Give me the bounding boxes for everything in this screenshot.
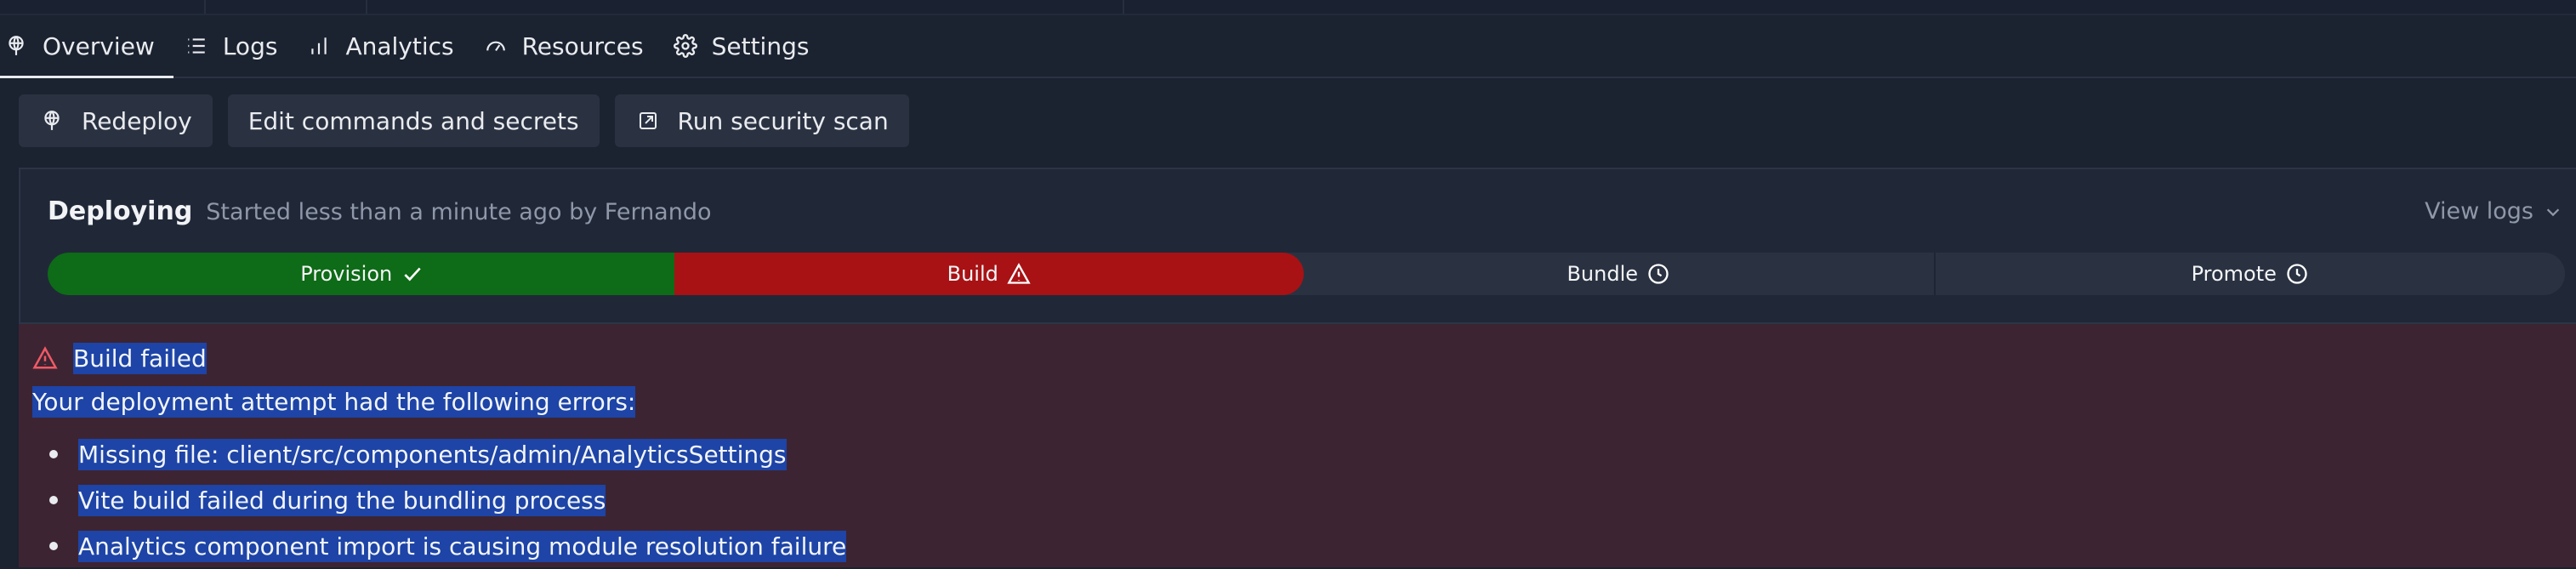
deployment-panel: Deploying Started less than a minute ago… [19,168,2576,324]
stage-label: Provision [300,262,393,286]
divider [1123,0,1124,14]
stage-build[interactable]: Build [674,253,1304,295]
deployment-header: Deploying Started less than a minute ago… [48,196,712,226]
tab-label: Logs [222,31,278,60]
gauge-icon [483,33,509,59]
list-item: Analytics component import is causing mo… [32,523,847,569]
error-item-text: Vite build failed during the bundling pr… [78,484,606,516]
view-logs-label: View logs [2425,198,2533,225]
bullet [49,542,58,550]
tab-resources[interactable]: Resources [473,15,662,77]
error-item-text: Missing file: client/src/components/admi… [78,438,787,470]
view-logs-link[interactable]: View logs [2425,198,2562,225]
button-label: Edit commands and secrets [247,106,579,135]
error-list: Missing file: client/src/components/admi… [32,431,847,569]
stage-promote[interactable]: Promote [1935,253,2565,295]
deploy-balloon-icon [39,108,65,134]
list-item: Missing file: client/src/components/admi… [32,431,846,477]
top-strip [0,0,2576,15]
check-icon [401,262,424,286]
chevron-down-icon [2544,202,2562,221]
stage-label: Build [947,262,998,286]
external-link-icon [635,108,661,134]
warning-icon [32,345,60,373]
error-heading: Build failed [32,343,207,374]
stage-label: Bundle [1567,262,1639,286]
edit-commands-button[interactable]: Edit commands and secrets [227,94,600,147]
tab-analytics[interactable]: Analytics [296,15,472,77]
error-title: Build failed [73,343,207,374]
action-toolbar: Redeploy Edit commands and secrets Run s… [19,94,909,147]
tab-label: Analytics [345,31,454,60]
tab-overview[interactable]: Overview [0,15,173,78]
error-item-text: Analytics component import is causing mo… [78,530,847,562]
stage-bundle[interactable]: Bundle [1304,253,1936,295]
tab-settings[interactable]: Settings [662,15,828,77]
clock-icon [1646,262,1670,286]
list-item: Vite build failed during the bundling pr… [32,477,846,523]
bar-chart-icon [306,33,332,59]
button-label: Redeploy [82,106,192,135]
build-error-box: Build failed Your deployment attempt had… [19,324,2576,567]
error-intro: Your deployment attempt had the followin… [32,386,636,418]
redeploy-button[interactable]: Redeploy [19,94,213,147]
tab-label: Resources [521,31,644,60]
divider [366,0,367,14]
pipeline-stages: Provision Build Bundle Promote [48,253,2565,295]
bullet [49,496,58,504]
clock-icon [2285,262,2309,286]
security-scan-button[interactable]: Run security scan [614,94,909,147]
bullet [49,450,58,458]
tab-label: Overview [43,31,155,60]
stage-provision[interactable]: Provision [48,253,678,295]
gear-icon [673,33,698,59]
divider [204,0,206,14]
tab-logs[interactable]: Logs [173,15,297,77]
stage-label: Promote [2191,262,2277,286]
warning-icon [1007,262,1031,286]
list-icon [184,33,209,59]
deploy-balloon-icon [3,33,29,59]
tab-label: Settings [711,31,810,60]
deployment-status: Deploying [48,196,193,226]
tab-bar: Overview Logs Analytics Resources Settin… [0,15,2576,78]
error-intro-text: Your deployment attempt had the followin… [32,386,636,418]
button-label: Run security scan [677,106,889,135]
deployment-subtitle: Started less than a minute ago by Fernan… [206,199,712,225]
